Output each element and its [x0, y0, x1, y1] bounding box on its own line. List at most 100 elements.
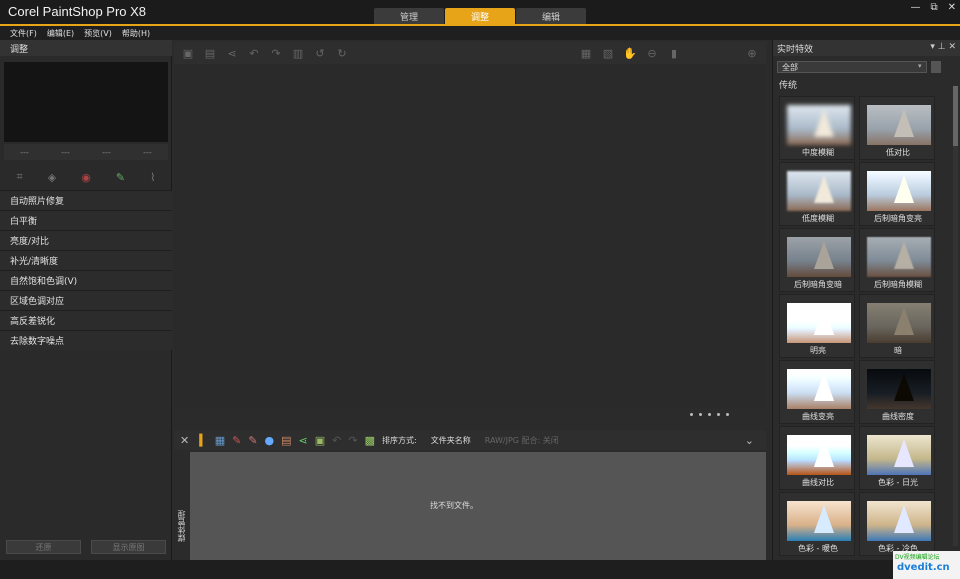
- sail-shape: [894, 307, 914, 335]
- effect-thumbnail: [867, 369, 931, 409]
- brush-tag-icon[interactable]: ✎: [232, 434, 241, 447]
- effect-tile[interactable]: 暗: [859, 294, 935, 358]
- adjust-item-high-pass-sharpen[interactable]: 高反差锐化: [0, 310, 172, 330]
- sort-label: 排序方式:: [382, 435, 417, 445]
- effect-tile[interactable]: 曲线变亮: [779, 360, 855, 424]
- effect-thumbnail: [867, 435, 931, 475]
- adjust-item-fill-light[interactable]: 补光/清晰度: [0, 250, 172, 270]
- minimize-icon[interactable]: —: [910, 2, 920, 13]
- chevron-down-icon[interactable]: ⌄: [745, 434, 754, 447]
- adjust-item-local-tone[interactable]: 区域色调对应: [0, 290, 172, 310]
- effect-tile[interactable]: 曲线对比: [779, 426, 855, 490]
- panel-options-button[interactable]: [931, 61, 941, 73]
- tab-adjust[interactable]: 调整: [445, 8, 515, 24]
- organizer-thumbnail-area[interactable]: [190, 452, 766, 560]
- paintshop-window: Corel PaintShop Pro X8 管理 调整 编辑 — ⧉ ✕ 文件…: [0, 0, 960, 579]
- effects-filter-select[interactable]: 全部: [777, 61, 927, 73]
- sort-dropdown[interactable]: 文件夹名称: [431, 435, 471, 446]
- adjust-item-vibrancy[interactable]: 自然饱和色调(V): [0, 270, 172, 290]
- zoom-slider-icon[interactable]: ▮: [666, 45, 682, 61]
- save-as-icon[interactable]: ▤: [202, 45, 218, 61]
- effect-tile[interactable]: 后制暗角变暗: [779, 228, 855, 292]
- effect-label: 后制暗角变暗: [794, 280, 842, 289]
- menu-file[interactable]: 文件(F): [10, 28, 37, 39]
- adjust-item-brightness-contrast[interactable]: 亮度/对比: [0, 230, 172, 250]
- title-bar: Corel PaintShop Pro X8 管理 调整 编辑 — ⧉ ✕: [0, 0, 960, 24]
- export-icon[interactable]: ▣: [315, 434, 325, 447]
- brush-icon[interactable]: ⌇: [150, 171, 155, 184]
- adjust-item-noise-removal[interactable]: 去除数字噪点: [0, 330, 172, 350]
- adjust-item-auto-fix[interactable]: 自动照片修复: [0, 190, 172, 210]
- adjust-item-white-balance[interactable]: 白平衡: [0, 210, 172, 230]
- undo-icon[interactable]: ↶: [246, 45, 262, 61]
- effects-scrollbar-thumb[interactable]: [953, 86, 958, 146]
- undo-icon[interactable]: ↶: [332, 434, 341, 447]
- effect-tile[interactable]: 低度模糊: [779, 162, 855, 226]
- pan-hand-icon[interactable]: ✋: [622, 45, 638, 61]
- effect-tile[interactable]: 色彩 - 冷色: [859, 492, 935, 556]
- actual-size-icon[interactable]: ▧: [600, 45, 616, 61]
- info-value: ---: [102, 147, 111, 157]
- effect-thumbnail: [787, 303, 851, 343]
- adjust-list: 自动照片修复 白平衡 亮度/对比 补光/清晰度 自然饱和色调(V) 区域色调对应…: [0, 190, 172, 350]
- panel-resize-handle[interactable]: [690, 413, 729, 416]
- redo-icon[interactable]: ↷: [268, 45, 284, 61]
- effect-tile[interactable]: 中度模糊: [779, 96, 855, 160]
- delete-icon[interactable]: ▥: [290, 45, 306, 61]
- red-eye-icon[interactable]: ◉: [81, 171, 91, 184]
- sail-shape: [814, 307, 834, 335]
- rotate-left-icon[interactable]: ↺: [312, 45, 328, 61]
- preview-area: [4, 62, 168, 142]
- show-original-button[interactable]: 显示原图: [91, 540, 166, 554]
- fit-window-icon[interactable]: ▦: [578, 45, 594, 61]
- image-workspace[interactable]: [174, 64, 766, 408]
- folder-tree-icon[interactable]: ▍: [199, 434, 207, 447]
- sail-shape: [814, 439, 834, 467]
- effect-tile[interactable]: 低对比: [859, 96, 935, 160]
- effect-tile[interactable]: 色彩 - 暖色: [779, 492, 855, 556]
- view-mode-icon[interactable]: ▦: [215, 434, 225, 447]
- people-icon[interactable]: ●: [265, 434, 275, 447]
- effect-label: 低度模糊: [802, 214, 834, 223]
- straighten-icon[interactable]: ◈: [48, 171, 56, 184]
- effect-label: 暗: [894, 346, 902, 355]
- zoom-out-icon[interactable]: ⊖: [644, 45, 660, 61]
- save-icon[interactable]: ▣: [180, 45, 196, 61]
- share-icon[interactable]: ⋖: [224, 45, 240, 61]
- organizer-side-label[interactable]: 媒体管理: [176, 510, 190, 542]
- print-icon[interactable]: ▤: [281, 434, 291, 447]
- chevron-down-icon[interactable]: ▾: [918, 62, 922, 70]
- menu-view[interactable]: 预览(V): [84, 28, 112, 39]
- effect-tile[interactable]: 后制暗角变亮: [859, 162, 935, 226]
- adjust-buttons: 还原 显示原图: [6, 540, 166, 554]
- pen-tag-icon[interactable]: ✎: [248, 434, 257, 447]
- effects-scrollbar[interactable]: [953, 86, 958, 546]
- crop-icon[interactable]: ⌗: [17, 170, 23, 184]
- effect-thumbnail: [787, 171, 851, 211]
- raw-jpg-filter[interactable]: RAW/JPG 配合: 关闭: [485, 435, 559, 446]
- redo-icon[interactable]: ↷: [348, 434, 357, 447]
- reset-button[interactable]: 还原: [6, 540, 81, 554]
- effect-tile[interactable]: 色彩 - 日光: [859, 426, 935, 490]
- clone-icon[interactable]: ✎: [116, 171, 125, 184]
- sail-shape: [894, 175, 914, 203]
- effect-thumbnail: [787, 501, 851, 541]
- menu-edit[interactable]: 编辑(E): [47, 28, 74, 39]
- effect-label: 后制暗角变亮: [874, 214, 922, 223]
- tab-manage[interactable]: 管理: [374, 8, 444, 24]
- panel-controls[interactable]: ▾ ⊥ ✕: [930, 42, 956, 52]
- rotate-right-icon[interactable]: ↻: [334, 45, 350, 61]
- effect-thumbnail: [787, 105, 851, 145]
- info-value: ---: [20, 147, 29, 157]
- share-icon[interactable]: ⋖: [299, 434, 308, 447]
- effect-tile[interactable]: 后制暗角模糊: [859, 228, 935, 292]
- menu-help[interactable]: 帮助(H): [122, 28, 150, 39]
- tab-edit[interactable]: 编辑: [516, 8, 586, 24]
- close-icon[interactable]: ✕: [180, 434, 189, 447]
- effect-tile[interactable]: 曲线密度: [859, 360, 935, 424]
- effect-tile[interactable]: 明亮: [779, 294, 855, 358]
- select-all-icon[interactable]: ▩: [365, 434, 375, 447]
- restore-icon[interactable]: ⧉: [930, 2, 937, 13]
- close-icon[interactable]: ✕: [948, 2, 956, 13]
- zoom-in-icon[interactable]: ⊕: [744, 45, 760, 61]
